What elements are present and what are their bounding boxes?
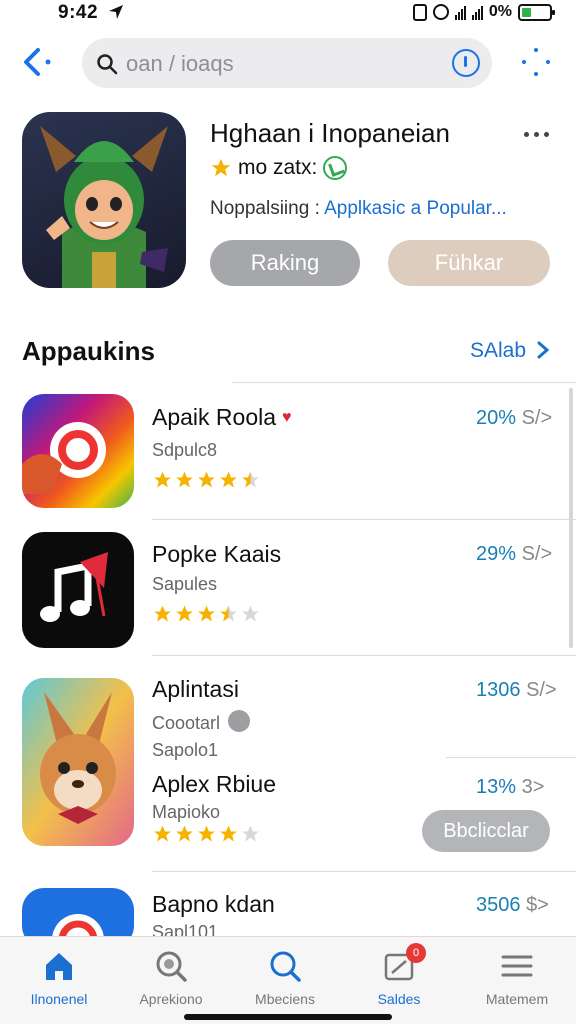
star-icon	[242, 825, 259, 842]
tab-search[interactable]: Mbeciens	[230, 949, 340, 1007]
featured-subtitle-prefix: Noppalsiing :	[210, 198, 320, 219]
status-bar: 9:42 0%	[0, 0, 576, 26]
section-title: Appaukins	[22, 336, 155, 366]
app-name-2[interactable]: Popke Kaais	[152, 541, 281, 568]
more-options-icon[interactable]	[524, 132, 552, 138]
row-divider	[446, 757, 576, 758]
section-divider	[232, 382, 576, 383]
see-all-link[interactable]: SAlab	[470, 339, 526, 363]
tab-label: Mbeciens	[255, 991, 315, 1007]
app-name-5[interactable]: Bapno kdan	[152, 891, 275, 918]
star-icon	[198, 605, 215, 622]
app-icon-1[interactable]	[22, 394, 134, 508]
app-sub-4: Mapioko	[152, 802, 221, 822]
star-icon	[242, 471, 259, 488]
back-icon[interactable]	[18, 44, 58, 80]
row-divider	[152, 519, 576, 520]
app-name-1[interactable]: Apaik Roola ♥	[152, 404, 292, 431]
star-icon	[176, 471, 193, 488]
notification-icon	[412, 3, 427, 21]
alarm-icon	[432, 4, 449, 20]
info-icon[interactable]	[452, 49, 480, 77]
app-sub-3: Coootarl	[152, 710, 251, 734]
search-icon	[270, 951, 301, 982]
app-icon-3[interactable]	[22, 678, 134, 846]
app-pct-5[interactable]: 3506 $>	[476, 894, 549, 917]
app-sub-3b: Sapolo1	[152, 740, 219, 760]
get-button[interactable]: Bbclicclar	[422, 810, 550, 852]
app-pct-2[interactable]: 29% S/>	[476, 543, 552, 566]
star-icon	[198, 471, 215, 488]
star-icon	[220, 605, 237, 622]
star-icon	[154, 471, 171, 488]
secondary-button[interactable]: Fühkar	[388, 240, 550, 286]
tab-label: Saldes	[377, 991, 421, 1007]
rating-stars-2	[152, 604, 261, 624]
star-icon	[176, 605, 193, 622]
loading-icon	[518, 48, 554, 80]
featured-app-subtitle: Noppalsiing : Applkasic a Popular...	[210, 198, 507, 220]
heart-icon: ♥	[282, 409, 292, 426]
tab-label: Ilnonenel	[30, 991, 88, 1007]
app-pct-3[interactable]: 1306 S/>	[476, 679, 557, 702]
verified-icon	[323, 156, 348, 180]
tab-updates[interactable]: 0 Saldes	[344, 943, 454, 1007]
tab-bar: Ilnonenel Aprekiono Mbeciens 0 Saldes Ma…	[0, 936, 576, 1024]
star-icon	[242, 605, 259, 622]
battery-percent: 0%	[488, 3, 512, 20]
home-icon	[46, 953, 72, 980]
rating-stars-4	[152, 824, 261, 844]
badge-icon	[228, 710, 251, 732]
battery-icon	[518, 3, 555, 21]
tab-home[interactable]: Ilnonenel	[4, 949, 114, 1007]
star-icon	[211, 158, 231, 177]
signal-2-icon	[471, 5, 483, 20]
tab-badge: 0	[406, 943, 426, 963]
featured-app-icon[interactable]	[22, 112, 186, 288]
ranking-button[interactable]: Raking	[210, 240, 360, 286]
row-divider	[152, 871, 576, 872]
featured-app-title: Hghaan i Inopaneian	[210, 118, 450, 148]
star-icon	[154, 605, 171, 622]
search-icon	[97, 54, 118, 75]
app-pct-1[interactable]: 20% S/>	[476, 407, 552, 430]
home-indicator	[184, 1014, 392, 1020]
star-icon	[154, 825, 171, 842]
star-icon	[220, 825, 237, 842]
scrollbar[interactable]	[569, 388, 573, 648]
magnifier-badge-icon	[156, 951, 187, 982]
app-sub-1: Sdpulc8	[152, 440, 218, 460]
app-sub-2: Sapules	[152, 574, 218, 594]
tab-explore[interactable]: Aprekiono	[116, 949, 226, 1007]
tab-menu[interactable]: Matemem	[462, 949, 572, 1007]
chevron-right-icon[interactable]	[536, 341, 550, 359]
star-icon	[198, 825, 215, 842]
featured-app-meta: mo zatx:	[210, 156, 348, 180]
search-input[interactable]: oan / ioaqs	[126, 51, 234, 77]
featured-meta-text: mo zatx:	[238, 156, 318, 179]
location-arrow-icon	[109, 5, 123, 19]
app-pct-4[interactable]: 13% 3>	[476, 776, 544, 799]
search-bar[interactable]: oan / ioaqs	[82, 38, 492, 88]
row-divider	[152, 655, 576, 656]
menu-icon	[501, 955, 533, 977]
tab-label: Matemem	[485, 991, 549, 1007]
app-name-4[interactable]: Aplex Rbiue	[152, 771, 276, 798]
signal-icon	[454, 5, 466, 20]
star-icon	[176, 825, 193, 842]
status-time: 9:42	[58, 2, 99, 23]
star-icon	[220, 471, 237, 488]
tab-label: Aprekiono	[139, 991, 203, 1007]
rating-stars-1	[152, 470, 261, 490]
featured-subtitle-link[interactable]: Applkasic a Popular...	[324, 198, 507, 219]
app-icon-2[interactable]	[22, 532, 134, 648]
app-name-3[interactable]: Aplintasi	[152, 676, 239, 703]
